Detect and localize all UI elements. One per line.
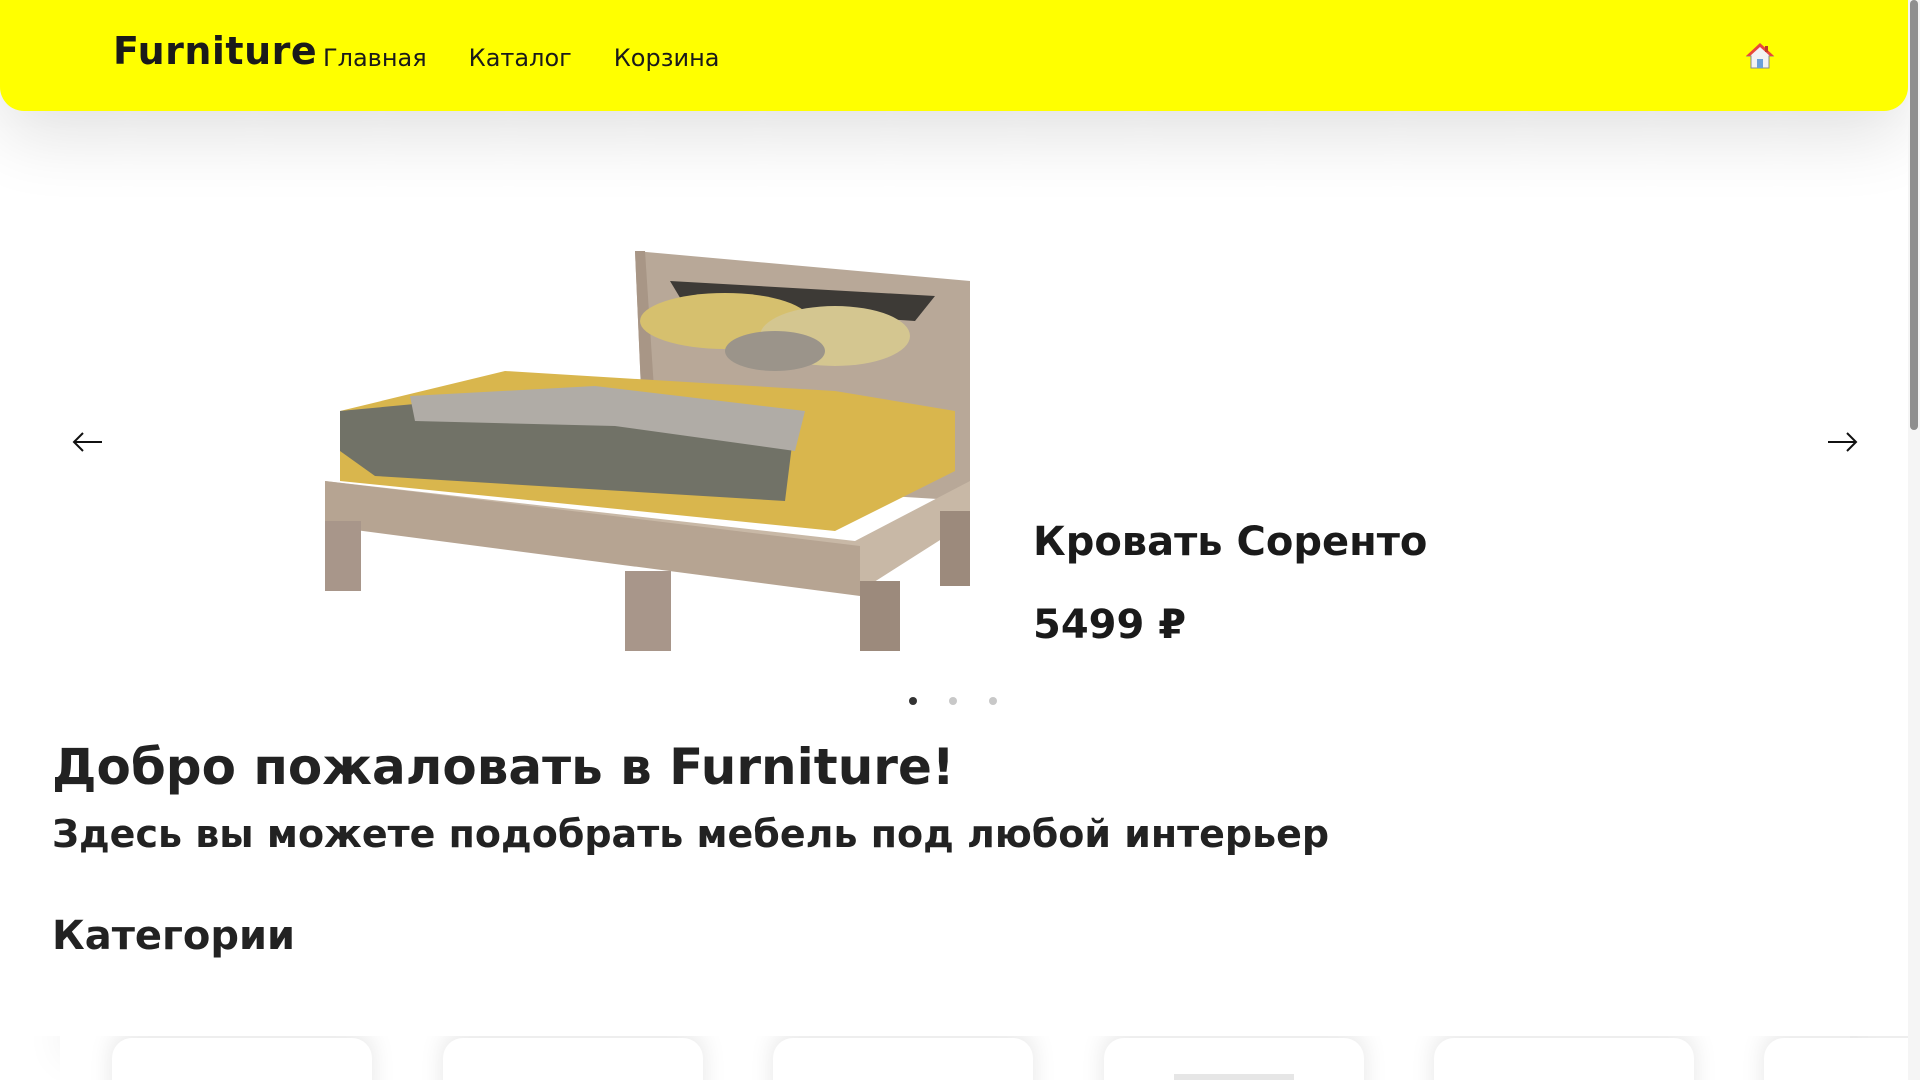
categories-heading: Категории: [52, 913, 296, 959]
welcome-title: Добро пожаловать в Furniture!: [52, 738, 955, 796]
bed-image: [315, 251, 975, 651]
category-card[interactable]: [112, 1038, 372, 1080]
hero-carousel: Кровать Соренто 5499 ₽: [0, 111, 1908, 711]
nav-link-cart[interactable]: Корзина: [614, 44, 720, 72]
carousel-dot[interactable]: [949, 697, 957, 705]
nav-link-home[interactable]: Главная: [323, 44, 427, 72]
category-card[interactable]: [773, 1038, 1033, 1080]
nav-link-catalog[interactable]: Каталог: [469, 44, 572, 72]
category-card[interactable]: [1104, 1038, 1364, 1080]
arrow-left-icon[interactable]: [68, 427, 108, 457]
categories-list: [0, 1036, 1908, 1080]
arrow-right-icon[interactable]: [1822, 427, 1862, 457]
carousel-dot[interactable]: [909, 697, 917, 705]
main-nav: Главная Каталог Корзина: [323, 44, 719, 72]
carousel-dot[interactable]: [989, 697, 997, 705]
carousel-indicators: [909, 697, 997, 705]
home-icon[interactable]: [1745, 42, 1775, 70]
site-header: Furniture Главная Каталог Корзина: [0, 0, 1908, 111]
brand-logo[interactable]: Furniture: [113, 29, 317, 73]
welcome-subtitle: Здесь вы можете подобрать мебель под люб…: [52, 812, 1330, 856]
slide-price: 5499 ₽: [1033, 602, 1187, 648]
slide-title: Кровать Соренто: [1033, 519, 1428, 565]
page-scrollbar[interactable]: [1908, 0, 1920, 1080]
category-card[interactable]: [1434, 1038, 1694, 1080]
scrollbar-thumb[interactable]: [1910, 0, 1918, 430]
category-card[interactable]: [443, 1038, 703, 1080]
category-thumbnail: [1174, 1074, 1294, 1080]
category-card[interactable]: [1764, 1038, 1908, 1080]
